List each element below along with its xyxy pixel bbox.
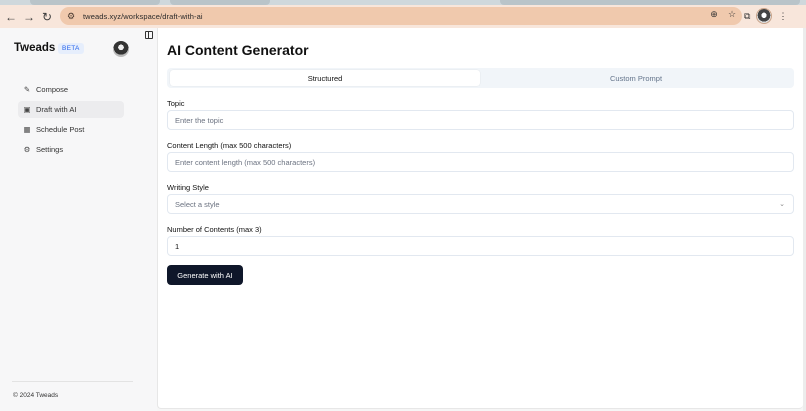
page-title: AI Content Generator [167,42,309,58]
beta-badge: BETA [58,43,84,54]
sidebar-item-label: Compose [36,85,69,94]
forward-icon[interactable]: → [20,8,38,26]
zoom-icon[interactable]: ⊕ [708,9,720,20]
writing-style-placeholder: Select a style [175,199,220,209]
writing-style-select[interactable]: Select a style ⌄ [167,194,794,214]
number-of-contents-label: Number of Contents (max 3) [167,225,262,234]
sidebar-item-schedule-post[interactable]: ▦ Schedule Post [18,121,124,138]
chevron-down-icon: ⌄ [779,201,785,208]
topic-input[interactable]: Enter the topic [167,110,794,130]
bot-icon: ▣ [23,105,31,114]
main-panel: AI Content Generator Structured Custom P… [157,28,803,409]
content-length-label: Content Length (max 500 characters) [167,141,292,150]
calendar-icon: ▦ [23,125,31,134]
extensions-icon[interactable]: ⧉ [744,11,750,22]
sidebar-toggle-icon[interactable] [145,31,153,39]
pencil-icon: ✎ [23,85,31,94]
sidebar-item-draft-with-ai[interactable]: ▣ Draft with AI [18,101,124,118]
copyright-footer: © 2024 Tweads [13,392,59,399]
content-length-input[interactable]: Enter content length (max 500 characters… [167,152,794,172]
mode-tabs: Structured Custom Prompt [167,68,794,88]
reload-icon[interactable]: ↻ [38,8,56,26]
sidebar-item-settings[interactable]: ⚙ Settings [18,141,124,158]
menu-kebab-icon[interactable]: ⋮ [778,11,787,22]
sidebar-nav: ✎ Compose ▣ Draft with AI ▦ Schedule Pos… [18,81,124,161]
site-info-icon[interactable]: ⚙ [64,9,78,23]
sidebar-item-compose[interactable]: ✎ Compose [18,81,124,98]
tab-structured[interactable]: Structured [170,70,480,86]
tab-custom-prompt[interactable]: Custom Prompt [480,70,792,86]
gear-icon: ⚙ [23,145,31,154]
sidebar-item-label: Schedule Post [36,125,85,134]
bookmark-star-icon[interactable]: ☆ [726,9,738,20]
writing-style-label: Writing Style [167,183,209,192]
number-of-contents-input[interactable]: 1 [167,236,794,256]
user-avatar[interactable] [113,41,129,57]
address-url[interactable]: tweads.xyz/workspace/draft-with-ai [83,12,203,21]
back-icon[interactable]: ← [2,8,20,26]
generate-with-ai-button[interactable]: Generate with AI [167,265,243,285]
topic-label: Topic [167,99,185,108]
sidebar-divider [12,381,133,382]
browser-toolbar: ← → ↻ ⚙ tweads.xyz/workspace/draft-with-… [0,5,806,28]
sidebar-item-label: Settings [36,145,64,154]
brand-name[interactable]: Tweads [14,42,55,54]
sidebar: Tweads BETA ✎ Compose ▣ Draft with AI ▦ … [0,28,157,411]
address-bar[interactable]: ⚙ tweads.xyz/workspace/draft-with-ai ⊕ ☆ [60,7,742,25]
profile-avatar[interactable] [756,8,773,24]
sidebar-item-label: Draft with AI [36,105,77,114]
